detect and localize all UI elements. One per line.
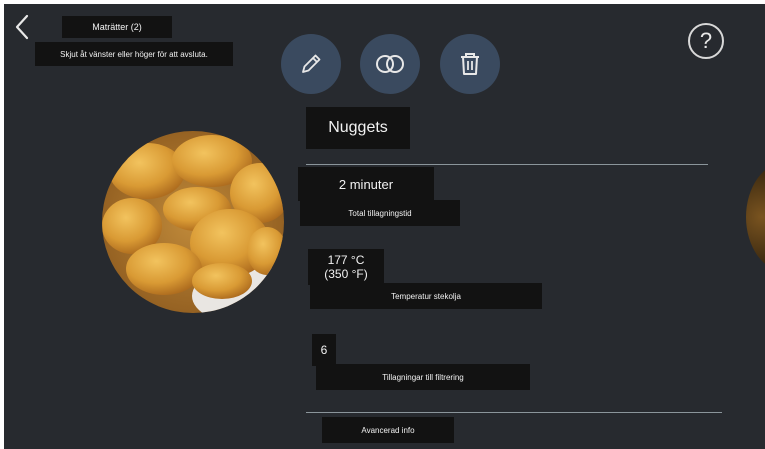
temperature-fahrenheit: (350 °F) bbox=[324, 267, 368, 281]
temperature-celsius: 177 °C bbox=[327, 253, 365, 267]
cook-time-value: 2 minuter bbox=[298, 167, 434, 201]
filter-count-label: Tillagningar till filtrering bbox=[316, 364, 530, 390]
delete-button[interactable] bbox=[440, 34, 500, 94]
screen: Maträtter (2) Skjut åt vänster eller hög… bbox=[4, 4, 765, 449]
divider bbox=[306, 412, 722, 413]
edit-button[interactable] bbox=[281, 34, 341, 94]
dish-name: Nuggets bbox=[306, 107, 410, 149]
trash-icon bbox=[461, 53, 479, 75]
advanced-info-button[interactable]: Avancerad info bbox=[322, 417, 454, 443]
next-dish-image[interactable] bbox=[746, 162, 765, 272]
page-title: Maträtter (2) bbox=[62, 16, 172, 38]
help-button[interactable]: ? bbox=[688, 23, 724, 59]
overlap-circles-icon bbox=[376, 55, 404, 73]
temperature-label: Temperatur stekolja bbox=[310, 283, 542, 309]
pencil-icon bbox=[302, 54, 321, 73]
filter-count-value: 6 bbox=[312, 334, 336, 366]
back-arrow-icon[interactable] bbox=[12, 12, 34, 42]
temperature-value: 177 °C (350 °F) bbox=[308, 249, 384, 285]
cook-time-label: Total tillagningstid bbox=[300, 200, 460, 226]
dish-image bbox=[102, 131, 284, 313]
swipe-hint: Skjut åt vänster eller höger för att avs… bbox=[35, 42, 233, 66]
divider bbox=[306, 164, 708, 165]
compare-button[interactable] bbox=[360, 34, 420, 94]
